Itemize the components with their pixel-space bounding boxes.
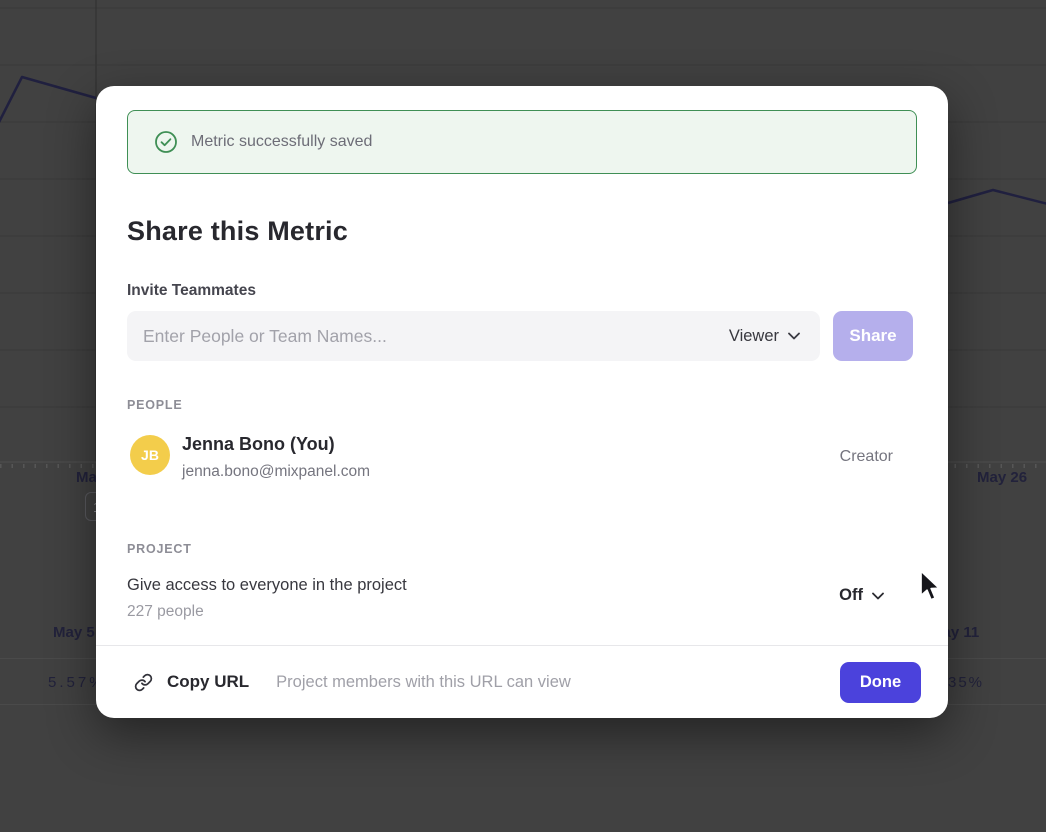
bg-axis-label-right: May 26 (977, 469, 1027, 486)
member-role: Creator (840, 448, 893, 466)
member-row: JB Jenna Bono (You) jenna.bono@mixpanel.… (127, 435, 917, 477)
modal-title: Share this Metric (127, 216, 348, 247)
copy-url-button[interactable]: Copy URL (134, 672, 249, 692)
member-email: jenna.bono@mixpanel.com (182, 463, 370, 481)
check-circle-icon (154, 130, 178, 154)
toast-message: Metric successfully saved (191, 133, 372, 151)
people-section-label: PEOPLE (127, 398, 183, 412)
app-screen: May May 26 1 May 5 May 11 5.57% 35% Metr… (0, 0, 1046, 832)
copy-url-label: Copy URL (167, 672, 249, 692)
project-access-dropdown[interactable]: Off (839, 586, 884, 605)
avatar: JB (130, 435, 170, 475)
chevron-down-icon (788, 332, 800, 340)
share-url-hint: Project members with this URL can view (276, 673, 571, 692)
share-metric-modal: Metric successfully saved Share this Met… (96, 86, 948, 718)
project-people-count: 227 people (127, 603, 204, 621)
project-access-value: Off (839, 586, 863, 605)
member-name: Jenna Bono (You) (182, 434, 335, 455)
mouse-cursor (919, 570, 945, 609)
link-icon (134, 673, 153, 692)
chevron-down-icon (872, 592, 884, 600)
invite-input-container: Viewer (127, 311, 820, 361)
project-access-title: Give access to everyone in the project (127, 576, 407, 595)
modal-footer: Copy URL Project members with this URL c… (96, 645, 948, 718)
role-selected-value: Viewer (729, 327, 779, 346)
bg-table-header-left: May 5 (53, 624, 95, 641)
bg-table-value-right: 35% (948, 674, 984, 691)
invite-teammates-label: Invite Teammates (127, 282, 256, 300)
done-button[interactable]: Done (840, 662, 921, 703)
project-section-label: PROJECT (127, 542, 192, 556)
line-series-right-segment (948, 190, 1046, 204)
role-select-dropdown[interactable]: Viewer (721, 311, 820, 361)
invite-people-input[interactable] (127, 311, 721, 361)
success-toast: Metric successfully saved (127, 110, 917, 174)
share-button[interactable]: Share (833, 311, 913, 361)
